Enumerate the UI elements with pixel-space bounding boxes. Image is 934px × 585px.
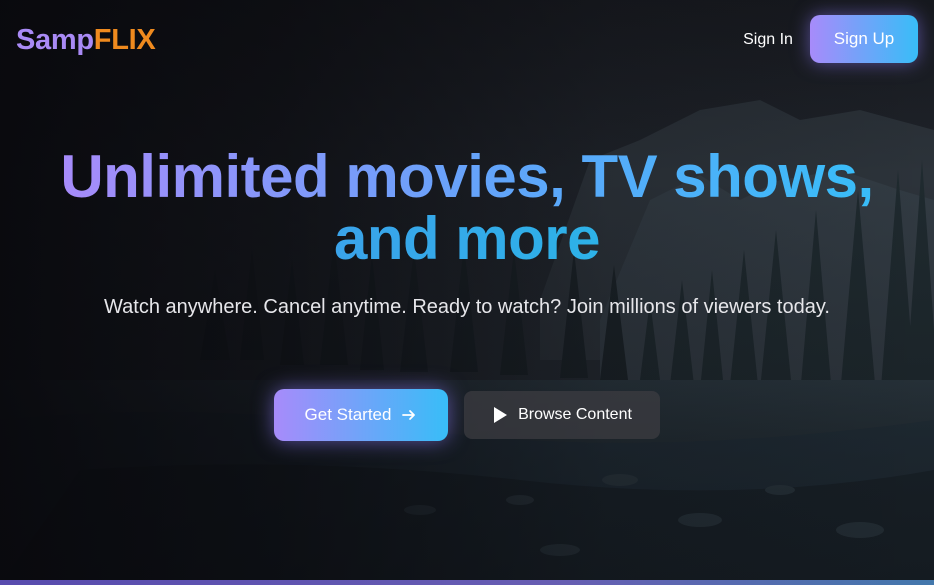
hero-title: Unlimited movies, TV shows, and more <box>0 146 934 270</box>
get-started-button[interactable]: Get Started <box>274 389 448 441</box>
sign-up-button[interactable]: Sign Up <box>810 15 918 63</box>
logo-text-accent: FLIX <box>93 24 156 56</box>
logo-text-primary: Samp <box>16 24 94 56</box>
hero-title-line-1: Unlimited movies, TV shows, <box>60 143 874 210</box>
brand-logo[interactable]: SampFLIX <box>16 22 156 58</box>
browse-content-button[interactable]: Browse Content <box>464 391 660 439</box>
bottom-accent-bar <box>0 580 934 585</box>
hero-title-line-2: and more <box>333 205 601 272</box>
arrow-right-icon <box>401 407 417 423</box>
play-icon <box>492 406 508 424</box>
sign-in-link[interactable]: Sign In <box>726 26 810 54</box>
top-nav: SampFLIX Sign In Sign Up <box>0 0 934 80</box>
hero-subtitle: Watch anywhere. Cancel anytime. Ready to… <box>104 296 830 318</box>
landing-page: SampFLIX Sign In Sign Up Unlimited movie… <box>0 0 934 585</box>
browse-content-label: Browse Content <box>518 406 632 423</box>
get-started-label: Get Started <box>304 405 392 424</box>
